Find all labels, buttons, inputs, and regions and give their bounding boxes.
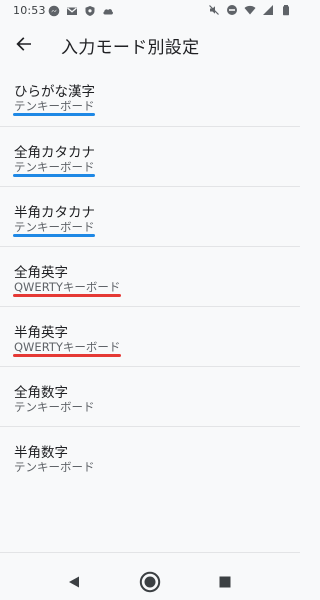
navigation-bar xyxy=(0,562,300,600)
item-title: 半角英字 xyxy=(14,325,68,341)
divider xyxy=(0,552,300,553)
list-item-halfwidth-katakana[interactable]: 半角カタカナ テンキーボード xyxy=(0,186,300,246)
highlight-underline xyxy=(13,113,95,116)
input-mode-list: ひらがな漢字 テンキーボード 全角カタカナ テンキーボード 半角カタカナ テンキ… xyxy=(0,66,300,486)
list-item-fullwidth-numbers[interactable]: 全角数字 テンキーボード xyxy=(0,366,300,426)
page-title: 入力モード別設定 xyxy=(61,38,200,58)
back-button[interactable] xyxy=(8,28,40,60)
list-item-hiragana-kanji[interactable]: ひらがな漢字 テンキーボード xyxy=(0,66,300,126)
app-bar: 入力モード別設定 xyxy=(0,22,300,66)
back-triangle-icon xyxy=(69,576,79,588)
cloud-icon xyxy=(103,9,113,15)
item-subtitle: テンキーボード xyxy=(14,220,95,234)
item-subtitle: テンキーボード xyxy=(14,160,95,174)
messenger-icon xyxy=(48,5,60,17)
item-title: ひらがな漢字 xyxy=(14,84,95,100)
list-item-fullwidth-katakana[interactable]: 全角カタカナ テンキーボード xyxy=(0,126,300,186)
item-subtitle: テンキーボード xyxy=(14,99,95,113)
battery-icon xyxy=(283,5,289,16)
status-right-icons xyxy=(208,4,292,16)
status-bar: 10:53 xyxy=(0,0,300,22)
signal-icon xyxy=(263,5,273,15)
gmail-icon xyxy=(67,7,77,15)
highlight-underline xyxy=(13,354,121,357)
status-time: 10:53 xyxy=(13,4,46,17)
item-subtitle: QWERTYキーボード xyxy=(14,340,121,354)
item-subtitle: テンキーボード xyxy=(14,400,95,414)
shield-icon xyxy=(85,6,95,16)
nav-recents-button[interactable] xyxy=(211,568,239,596)
mute-icon xyxy=(209,5,219,15)
nav-home-button[interactable] xyxy=(136,568,164,596)
item-title: 全角英字 xyxy=(14,265,68,281)
do-not-disturb-icon xyxy=(227,5,237,15)
list-item-halfwidth-numbers[interactable]: 半角数字 テンキーボード xyxy=(0,426,300,486)
item-title: 半角カタカナ xyxy=(14,205,95,221)
home-circle-icon xyxy=(139,571,161,593)
item-subtitle: テンキーボード xyxy=(14,460,95,474)
highlight-underline xyxy=(13,294,121,297)
nav-back-button[interactable] xyxy=(60,568,88,596)
highlight-underline xyxy=(13,174,95,177)
item-subtitle: QWERTYキーボード xyxy=(14,280,121,294)
status-left-icons xyxy=(48,5,114,17)
arrow-back-icon xyxy=(16,37,31,51)
list-item-halfwidth-alphabet[interactable]: 半角英字 QWERTYキーボード xyxy=(0,306,300,366)
list-item-fullwidth-alphabet[interactable]: 全角英字 QWERTYキーボード xyxy=(0,246,300,306)
item-title: 全角数字 xyxy=(14,385,68,401)
recents-square-icon xyxy=(219,576,231,588)
highlight-underline xyxy=(13,234,95,237)
item-title: 半角数字 xyxy=(14,445,68,461)
item-title: 全角カタカナ xyxy=(14,145,95,161)
wifi-icon xyxy=(244,5,256,15)
